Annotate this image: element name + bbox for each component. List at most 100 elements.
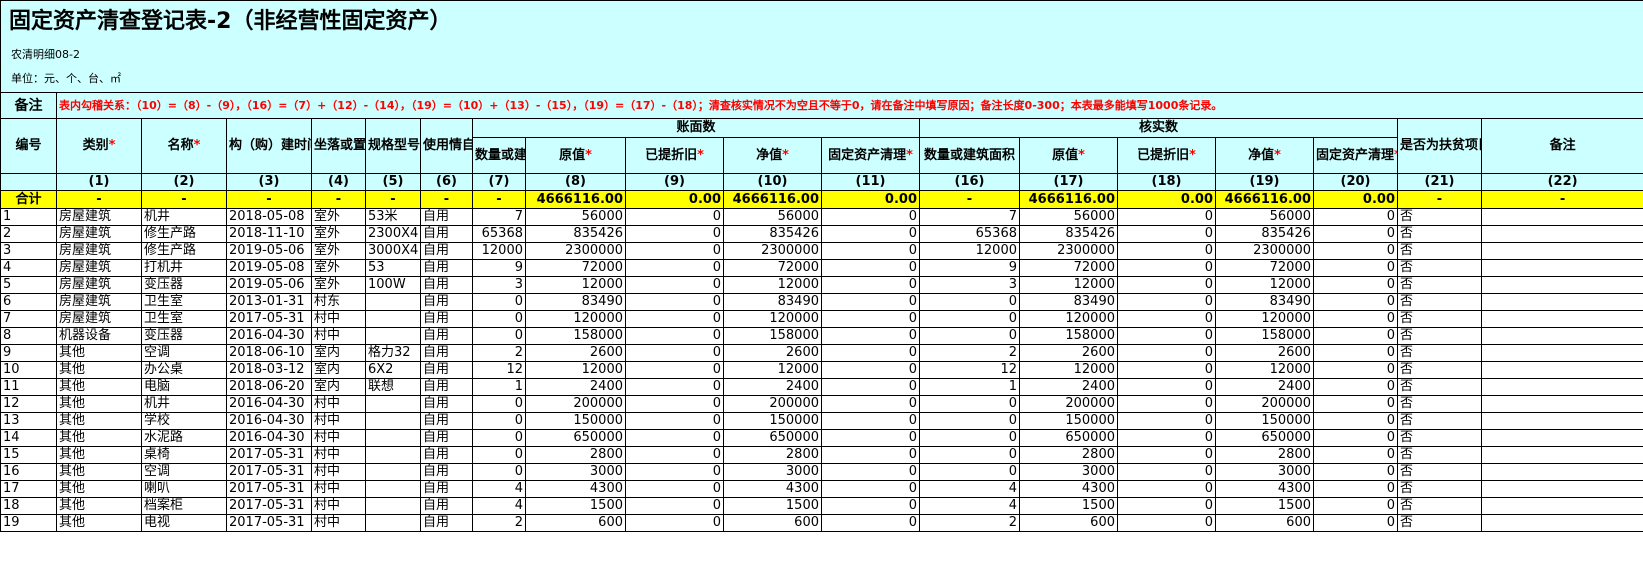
table-row-cell[interactable]: 村中 [311,446,366,464]
table-row-cell[interactable]: 2019-05-06 [226,276,312,294]
table-row-cell[interactable] [1480,361,1643,379]
table-row-cell[interactable]: 房屋建筑 [56,276,142,294]
table-row-cell[interactable]: 2 [472,344,526,362]
table-row-cell[interactable]: 否 [1397,412,1482,430]
total-row-cell[interactable]: - [56,190,142,209]
table-row-cell[interactable]: 0 [625,208,724,226]
table-row-cell[interactable]: 4 [472,497,526,515]
table-row-cell[interactable]: 0 [1117,208,1216,226]
table-row-cell[interactable]: 0 [1117,463,1216,481]
table-row-cell[interactable]: 自用 [420,310,473,328]
table-row-cell[interactable]: 0 [472,327,526,345]
table-row-cell[interactable]: 120000 [1215,310,1314,328]
table-row-cell[interactable]: 4300 [1215,480,1314,498]
table-row-cell[interactable]: 0 [1117,395,1216,413]
table-row-cell[interactable]: 12000 [525,276,626,294]
table-row-cell[interactable]: 机器设备 [56,327,142,345]
total-row-cell[interactable]: 4666116.00 [723,190,822,209]
table-row-cell[interactable]: 0 [625,276,724,294]
table-row-cell[interactable]: 2 [0,225,57,243]
table-row-cell[interactable]: 2 [472,514,526,532]
table-row-cell[interactable]: 否 [1397,361,1482,379]
table-row-cell[interactable]: 16 [0,463,57,481]
table-row-cell[interactable]: 自用 [420,242,473,260]
table-row-cell[interactable]: 150000 [723,412,822,430]
table-row-cell[interactable]: 自用 [420,395,473,413]
table-row-cell[interactable]: 否 [1397,310,1482,328]
table-row-cell[interactable]: 0 [1117,242,1216,260]
table-row-cell[interactable]: 否 [1397,429,1482,447]
table-row-cell[interactable]: 150000 [1019,412,1118,430]
table-row-cell[interactable]: 2018-03-12 [226,361,312,379]
table-row-cell[interactable]: 600 [525,514,626,532]
table-row-cell[interactable]: 自用 [420,276,473,294]
table-row-cell[interactable]: 自用 [420,412,473,430]
table-row-cell[interactable]: 12 [919,361,1020,379]
table-row-cell[interactable]: 72000 [1019,259,1118,277]
table-row-cell[interactable]: 0 [821,310,920,328]
table-row-cell[interactable]: 自用 [420,480,473,498]
table-row-cell[interactable]: 0 [1313,344,1398,362]
table-row-cell[interactable]: 3 [919,276,1020,294]
table-row-cell[interactable]: 0 [1117,327,1216,345]
table-row-cell[interactable]: 3 [472,276,526,294]
table-row-cell[interactable]: 房屋建筑 [56,225,142,243]
table-row-cell[interactable]: 12000 [525,361,626,379]
table-row-cell[interactable]: 3000 [1019,463,1118,481]
table-row-cell[interactable]: 835426 [525,225,626,243]
table-row-cell[interactable]: 0 [625,225,724,243]
total-row-cell[interactable]: 4666116.00 [525,190,626,209]
table-row-cell[interactable] [1480,208,1643,226]
table-row-cell[interactable]: 房屋建筑 [56,310,142,328]
table-row-cell[interactable]: 53 [365,259,421,277]
table-row-cell[interactable]: 0 [1117,446,1216,464]
table-row-cell[interactable]: 0 [1313,208,1398,226]
table-row-cell[interactable]: 0 [1117,514,1216,532]
table-row-cell[interactable]: 2019-05-08 [226,259,312,277]
table-row-cell[interactable]: 变压器 [141,327,227,345]
table-row-cell[interactable]: 联想 [365,378,421,396]
table-row-cell[interactable]: 0 [1117,361,1216,379]
table-row-cell[interactable]: 15 [0,446,57,464]
table-row-cell[interactable]: 0 [625,361,724,379]
total-row-cell[interactable]: - [420,190,473,209]
table-row-cell[interactable]: 2800 [1215,446,1314,464]
table-row-cell[interactable]: 83490 [1019,293,1118,311]
table-row-cell[interactable]: 0 [1117,429,1216,447]
table-row-cell[interactable]: 1500 [525,497,626,515]
table-row-cell[interactable] [365,412,421,430]
table-row-cell[interactable]: 0 [472,463,526,481]
table-row-cell[interactable]: 2016-04-30 [226,395,312,413]
table-row-cell[interactable] [365,446,421,464]
table-row-cell[interactable]: 0 [821,208,920,226]
table-row-cell[interactable]: 3000 [525,463,626,481]
table-row-cell[interactable]: 修生产路 [141,242,227,260]
table-row-cell[interactable]: 其他 [56,463,142,481]
table-row-cell[interactable]: 0 [1117,497,1216,515]
table-row-cell[interactable]: 0 [625,242,724,260]
table-row-cell[interactable]: 否 [1397,293,1482,311]
table-row-cell[interactable]: 否 [1397,327,1482,345]
table-row-cell[interactable]: 2018-11-10 [226,225,312,243]
table-row-cell[interactable]: 自用 [420,378,473,396]
table-row-cell[interactable]: 0 [472,412,526,430]
table-row-cell[interactable]: 2600 [1019,344,1118,362]
table-row-cell[interactable]: 2 [919,514,1020,532]
table-row-cell[interactable]: 2018-05-08 [226,208,312,226]
table-row-cell[interactable]: 村中 [311,463,366,481]
table-row-cell[interactable]: 0 [821,497,920,515]
table-row-cell[interactable]: 12000 [723,276,822,294]
table-row-cell[interactable]: 0 [821,327,920,345]
table-row-cell[interactable]: 0 [1313,395,1398,413]
table-row-cell[interactable]: 65368 [919,225,1020,243]
table-row-cell[interactable]: 自用 [420,293,473,311]
table-row-cell[interactable]: 6X2 [365,361,421,379]
table-row-cell[interactable]: 4 [919,480,1020,498]
total-row-cell[interactable]: - [1480,190,1643,209]
table-row-cell[interactable]: 4300 [723,480,822,498]
table-row-cell[interactable]: 0 [1313,514,1398,532]
table-row-cell[interactable] [365,429,421,447]
table-row-cell[interactable] [1480,480,1643,498]
table-row-cell[interactable]: 0 [625,395,724,413]
table-row-cell[interactable]: 200000 [525,395,626,413]
